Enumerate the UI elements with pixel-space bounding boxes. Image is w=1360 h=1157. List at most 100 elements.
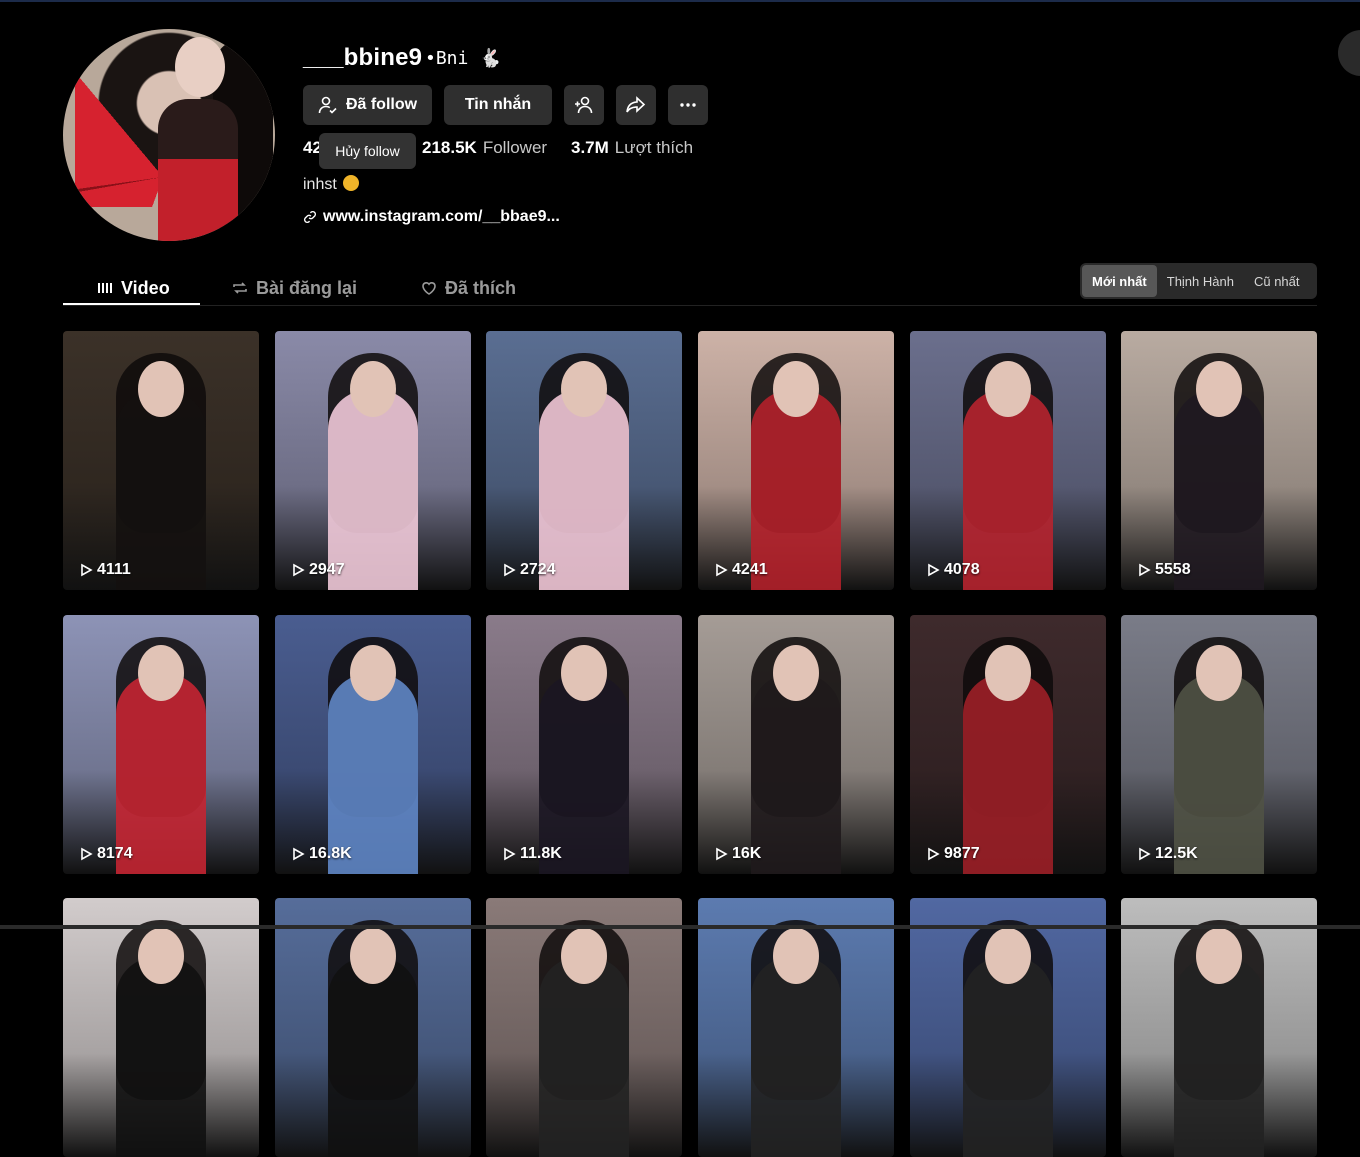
video-thumb-figure (963, 674, 1053, 874)
play-icon (716, 563, 728, 577)
profile-nickname: •Bni 🐇 (425, 48, 502, 69)
video-view-count-value: 16.8K (309, 845, 352, 862)
user-check-icon (318, 96, 337, 114)
video-card[interactable]: 2947 (275, 331, 471, 590)
video-view-count-value: 11.8K (520, 845, 562, 862)
video-thumb-figure (963, 390, 1053, 590)
profile-bio-text: inhst (303, 176, 337, 193)
video-thumb-face (138, 645, 184, 701)
video-card[interactable] (486, 898, 682, 1157)
video-thumb-figure (1174, 957, 1264, 1157)
tab-videos-label: Video (121, 277, 170, 298)
video-thumb-face (1196, 928, 1242, 984)
tabs-divider (63, 305, 1317, 306)
profile-link[interactable]: www.instagram.com/__bbae9... (303, 208, 560, 226)
profile-bio: inhst (303, 175, 360, 194)
play-icon (81, 847, 93, 861)
video-view-count-value: 12.5K (1155, 845, 1198, 862)
sort-oldest-button[interactable]: Cũ nhất (1244, 265, 1310, 297)
likes-count-label: Lượt thích (614, 138, 694, 157)
video-thumb-figure (116, 674, 206, 874)
video-thumb-face (773, 645, 819, 701)
unfollow-tooltip: Hủy follow (319, 133, 416, 169)
sort-latest-button[interactable]: Mới nhất (1082, 265, 1157, 297)
likes-count-value: 3.7M (571, 138, 609, 157)
video-thumb-face (773, 928, 819, 984)
video-view-count: 5558 (1137, 561, 1191, 579)
video-card[interactable]: 16K (698, 615, 894, 874)
follower-count[interactable]: 218.5K Follower (422, 138, 547, 160)
video-thumb-figure (328, 390, 418, 590)
video-card[interactable]: 11.8K (486, 615, 682, 874)
video-view-count-value: 2947 (309, 561, 345, 578)
tab-reposts[interactable]: Bài đăng lại (232, 270, 357, 306)
follower-count-value: 218.5K (422, 138, 477, 157)
video-card[interactable]: 2724 (486, 331, 682, 590)
smile-emoji-icon (343, 175, 360, 191)
video-card[interactable]: 4241 (698, 331, 894, 590)
play-icon (716, 847, 728, 861)
tab-videos[interactable]: Video (97, 270, 170, 306)
video-thumb-face (1196, 361, 1242, 417)
more-options-button[interactable] (668, 85, 708, 125)
video-view-count: 2724 (502, 561, 556, 579)
play-icon (1139, 563, 1151, 577)
video-card[interactable] (1121, 898, 1317, 1157)
link-icon (304, 211, 316, 223)
avatar[interactable] (63, 29, 275, 241)
more-dots-icon (680, 103, 696, 107)
video-card[interactable]: 4111 (63, 331, 259, 590)
video-thumb-face (350, 645, 396, 701)
likes-count: 3.7M Lượt thích (571, 138, 693, 160)
following-button[interactable]: Đã follow (303, 85, 432, 125)
video-thumb-figure (751, 390, 841, 590)
heart-icon (422, 282, 436, 295)
video-view-count: 8174 (79, 845, 133, 863)
play-icon (928, 847, 940, 861)
video-card[interactable]: 8174 (63, 615, 259, 874)
video-card[interactable] (910, 898, 1106, 1157)
message-button-label: Tin nhắn (464, 96, 532, 113)
video-card[interactable] (63, 898, 259, 1157)
settings-corner-button[interactable] (1338, 30, 1360, 76)
video-view-count: 16.8K (291, 845, 352, 863)
video-card[interactable]: 4078 (910, 331, 1106, 590)
video-card[interactable] (698, 898, 894, 1157)
video-card[interactable]: 9877 (910, 615, 1106, 874)
video-thumb-face (561, 928, 607, 984)
video-card[interactable]: 5558 (1121, 331, 1317, 590)
play-icon (81, 563, 93, 577)
share-button[interactable] (616, 85, 656, 125)
video-view-count-value: 4078 (944, 561, 980, 578)
tab-liked[interactable]: Đã thích (421, 270, 516, 306)
video-card[interactable] (275, 898, 471, 1157)
message-button[interactable]: Tin nhắn (444, 85, 552, 125)
video-thumb-face (985, 928, 1031, 984)
window-bottom-border (0, 925, 1360, 929)
video-thumb-face (138, 928, 184, 984)
play-icon (293, 563, 305, 577)
window-top-border (0, 0, 1360, 2)
play-icon (293, 847, 305, 861)
video-thumb-figure (963, 957, 1053, 1157)
video-card[interactable]: 12.5K (1121, 615, 1317, 874)
profile-username: ___bbine9 (303, 44, 423, 71)
video-thumb-face (1196, 645, 1242, 701)
avatar-face-shape (175, 37, 225, 97)
play-icon (504, 847, 516, 861)
video-view-count: 11.8K (502, 845, 562, 863)
video-thumb-figure (328, 957, 418, 1157)
tab-reposts-label: Bài đăng lại (256, 277, 358, 298)
sort-popular-button[interactable]: Thịnh Hành (1157, 265, 1244, 297)
sort-toggle-group: Mới nhất Thịnh Hành Cũ nhất (1080, 263, 1317, 299)
video-card[interactable]: 16.8K (275, 615, 471, 874)
video-thumb-face (985, 361, 1031, 417)
video-thumb-figure (539, 390, 629, 590)
video-thumb-figure (1174, 674, 1264, 874)
video-view-count: 16K (714, 845, 761, 863)
video-thumb-figure (751, 957, 841, 1157)
suggested-accounts-button[interactable] (564, 85, 604, 125)
video-view-count: 4078 (926, 561, 980, 579)
add-user-icon (575, 96, 593, 114)
video-view-count-value: 16K (732, 845, 762, 862)
